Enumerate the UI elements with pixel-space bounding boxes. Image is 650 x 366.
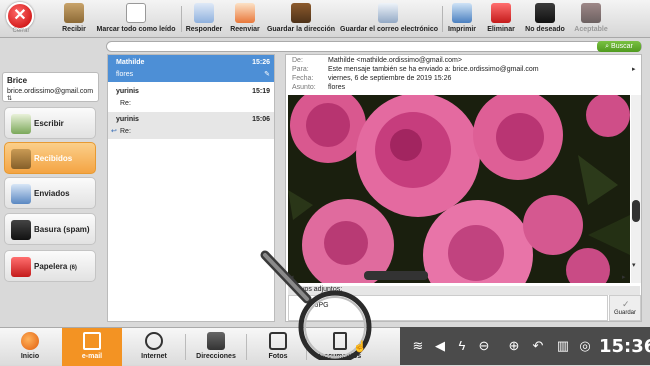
printer-icon (452, 3, 472, 23)
expand-recipients-icon[interactable]: ▸ (632, 65, 636, 73)
attachment-clip-icon: ✎ (264, 71, 270, 78)
main-toolbar: ✕ Cerrar Recibir Marcar todo como leído … (0, 0, 650, 38)
message-reader: De: Mathilde <mathilde.ordissimo@gmail.co… (285, 54, 642, 322)
receive-button[interactable]: Recibir (56, 3, 92, 37)
acceptable-button[interactable]: Aceptable (571, 3, 611, 37)
taskbar-home[interactable]: Inicio (8, 328, 52, 366)
horizontal-scroll-thumb[interactable] (364, 271, 428, 280)
list-item[interactable]: Mathilde flores 15:26 ✎ (108, 55, 274, 83)
undo-icon[interactable]: ↶ (530, 338, 546, 354)
folder-sent[interactable]: Enviados (4, 177, 96, 209)
wifi-icon[interactable]: ≋ (410, 338, 426, 354)
attachments-header: chivos adjuntos: (288, 286, 640, 295)
trash-tray-icon[interactable]: ▥ (555, 338, 571, 354)
scroll-down-arrow[interactable]: ▾ (632, 261, 636, 269)
help-lifebuoy-icon[interactable]: ◎ (577, 338, 593, 354)
folder-spam[interactable]: Basura (spam) (4, 213, 96, 245)
inbox-icon (11, 149, 31, 169)
system-tray: ≋ ◀ ϟ ⊖ ⊕ ↶ ▥ ◎ 15:36 (400, 327, 650, 365)
volume-icon[interactable]: ◀ (432, 338, 448, 354)
attachments-list: JPG (288, 295, 608, 321)
acceptable-icon (581, 3, 601, 23)
globe-icon (145, 332, 163, 350)
list-item[interactable]: yurinis ↩ Re: 15:06 (108, 112, 274, 140)
address-book-icon (291, 3, 311, 23)
folder-compose[interactable]: Escribir (4, 107, 96, 139)
delete-button[interactable]: Eliminar (484, 3, 518, 37)
sent-icon (11, 184, 31, 204)
reply-button[interactable]: Responder (185, 3, 223, 37)
contacts-icon (207, 332, 225, 350)
folder-inbox[interactable]: Recibidos (4, 142, 96, 174)
account-email: brice.ordissimo@gmail.com ⇅ (7, 88, 94, 102)
save-email-icon (378, 3, 398, 23)
trash-folder-icon (11, 257, 31, 277)
battery-charging-icon[interactable]: ϟ (454, 338, 470, 354)
print-button[interactable]: Imprimir (446, 3, 478, 37)
spam-icon (11, 220, 31, 240)
spam-button[interactable]: No deseado (524, 3, 566, 37)
message-list: Mathilde flores 15:26 ✎ yurinis Re: 15:1… (107, 54, 275, 322)
save-email-button[interactable]: Guardar el correo electrónico (340, 3, 438, 37)
scroll-right-arrow[interactable]: ▸ (622, 273, 626, 281)
scroll-left-arrow[interactable]: ◂ (290, 273, 294, 281)
taskbar-email[interactable]: e-mail (62, 328, 122, 366)
header-date: Fecha: viernes, 6 de septiembre de 2019 1… (292, 75, 452, 82)
account-name: Brice (7, 76, 28, 85)
save-check-icon: ✓ (622, 299, 630, 309)
documents-icon (333, 332, 347, 350)
reply-icon (194, 3, 214, 23)
zoom-in-icon[interactable]: ⊕ (506, 338, 522, 354)
taskbar-contacts[interactable]: Direcciones (190, 328, 242, 366)
search-button[interactable]: ⌕ Buscar (597, 41, 641, 52)
home-icon (21, 332, 39, 350)
folder-trash[interactable]: Papelera (6) (4, 250, 96, 282)
attachment-file[interactable]: JPG (315, 302, 329, 309)
compose-icon (11, 114, 31, 134)
search-input[interactable] (106, 41, 642, 52)
spam-trash-icon (535, 3, 555, 23)
mark-read-icon (126, 3, 146, 23)
clock: 15:36 (599, 336, 650, 357)
account-box[interactable]: Brice brice.ordissimo@gmail.com ⇅ (2, 72, 99, 102)
email-icon (83, 332, 101, 350)
trash-icon (491, 3, 511, 23)
save-address-button[interactable]: Guardar la dirección (266, 3, 336, 37)
forward-button[interactable]: Reenviar (227, 3, 263, 37)
close-label: Cerrar (12, 28, 30, 34)
header-to: Para: Este mensaje también se ha enviado … (292, 66, 539, 73)
mark-all-read-button[interactable]: Marcar todo como leído (96, 3, 176, 37)
message-photo (288, 95, 630, 283)
hand-pointer-icon: ☝ (353, 341, 367, 353)
taskbar-internet[interactable]: Internet (128, 328, 180, 366)
zoom-out-icon[interactable]: ⊖ (476, 338, 492, 354)
taskbar-photos[interactable]: Fotos (252, 328, 304, 366)
forward-icon (235, 3, 255, 23)
reader-scrollbar[interactable] (631, 95, 641, 283)
save-attachment-button[interactable]: ✓ Guardar (609, 295, 641, 321)
replied-icon: ↩ (111, 128, 117, 135)
camera-icon (269, 332, 287, 350)
inbox-download-icon (64, 3, 84, 23)
header-subject: Asunto: flores (292, 84, 346, 91)
scroll-thumb[interactable] (632, 200, 640, 222)
header-from: De: Mathilde <mathilde.ordissimo@gmail.co… (292, 57, 462, 64)
close-icon[interactable]: ✕ (6, 2, 34, 30)
list-item[interactable]: yurinis Re: 15:19 (108, 84, 274, 112)
